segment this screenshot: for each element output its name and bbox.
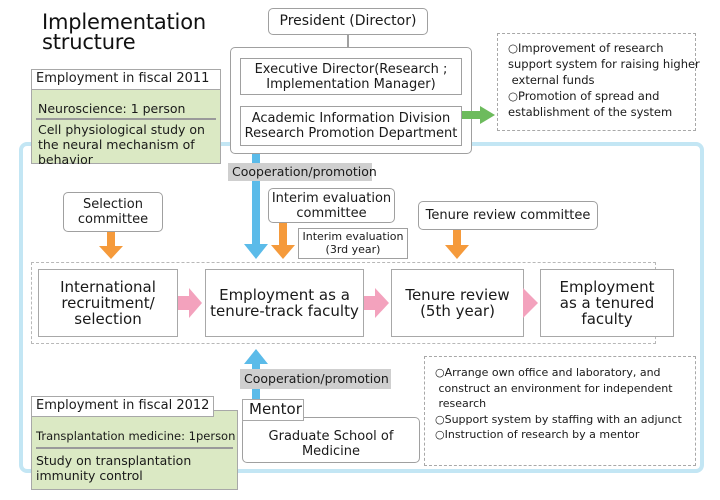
employment-2012-field: Transplantation medicine: 1person [36,429,236,443]
employment-2012-card: Transplantation medicine: 1person Study … [31,410,238,490]
graduate-school-line-2: Medicine [301,444,361,459]
note-line: ○Instruction of research by a mentor [435,428,640,441]
mentor-tag-label: Mentor [249,400,302,418]
support-measures-note: ○Arrange own office and laboratory, and … [424,356,696,466]
employment-2012-tag-label: Employment in fiscal 2012 [36,398,210,413]
blue-down-arrow [244,154,268,259]
employment-2012-tag: Employment in fiscal 2012 [31,396,214,417]
green-arrow [462,106,495,124]
pink-arrow-2 [364,288,389,318]
mentor-tag: Mentor [242,399,304,421]
orange-arrow-selection [99,232,123,259]
orange-arrow-tenure [445,230,469,259]
graduate-school-line-1: Graduate School of [268,429,394,444]
note-line: ○Arrange own office and laboratory, and [435,366,661,379]
employment-2012-desc-line-2: immunity control [36,467,143,483]
note-line: ○Support system by staffing with an adju… [435,412,682,426]
note-line: construct an environment for independent [435,381,673,395]
cooperation-label-bottom-text: Cooperation/promotion [244,371,389,386]
employment-2012-desc-line-1: Study on transplantation [36,452,192,468]
note-line: research [435,397,487,410]
pink-arrow-1 [178,288,202,318]
graduate-school-label: Graduate School of Medicine [246,427,416,461]
orange-arrow-interim [271,223,295,259]
pink-arrow-3 [523,288,538,318]
cooperation-label-bottom: Cooperation/promotion [240,369,391,389]
divider [36,447,233,449]
